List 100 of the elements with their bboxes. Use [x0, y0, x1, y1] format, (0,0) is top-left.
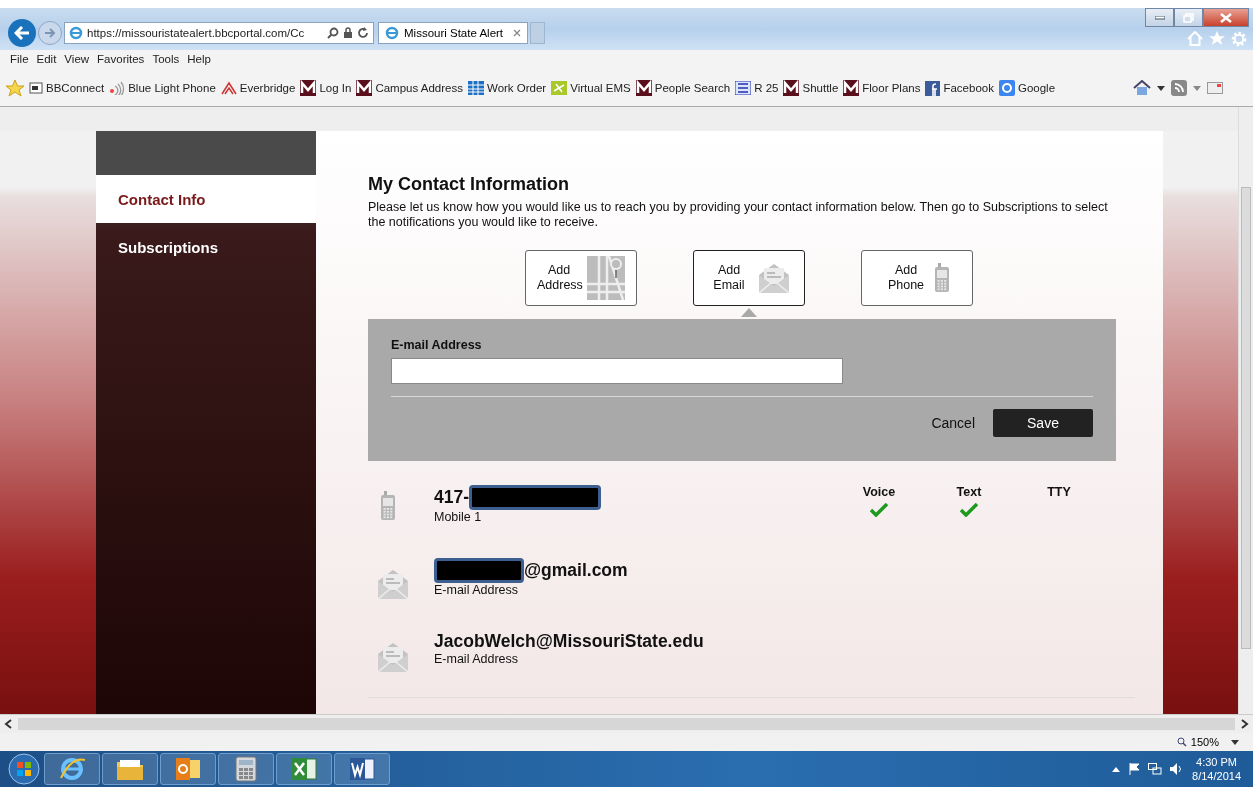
phone-icon: [380, 489, 396, 523]
field-label: E-mail Address: [391, 338, 483, 352]
start-button[interactable]: [6, 752, 42, 786]
cancel-button[interactable]: Cancel: [925, 414, 981, 432]
favorite-link[interactable]: Floor Plans: [862, 82, 921, 94]
menu-item[interactable]: Help: [187, 53, 211, 70]
folder-icon: [116, 757, 144, 781]
windows-logo-icon: [8, 753, 40, 785]
star-icon[interactable]: [1209, 31, 1225, 46]
minimize-icon: [1154, 15, 1165, 20]
favorite-link[interactable]: R 25: [754, 82, 779, 94]
tray-arrow-icon[interactable]: [1112, 766, 1121, 772]
add-button[interactable]: Add Address: [525, 250, 637, 306]
favorite-link[interactable]: Everbridge: [239, 82, 296, 94]
caret-icon[interactable]: [1157, 85, 1165, 91]
map-icon: [587, 256, 625, 300]
globe-icon: [69, 26, 83, 40]
favorite-link[interactable]: Virtual EMS: [570, 82, 631, 94]
lock-icon[interactable]: [343, 27, 353, 39]
envelope-icon: [757, 262, 791, 294]
back-button[interactable]: [8, 19, 36, 47]
arrow-right-icon: [44, 28, 56, 38]
sidebar-item[interactable]: Subscriptions: [96, 223, 316, 271]
favorite-link[interactable]: Log In: [319, 82, 352, 94]
menu-item[interactable]: Favorites: [97, 53, 145, 70]
chevron-right-icon[interactable]: [1241, 719, 1249, 729]
vertical-scrollbar[interactable]: [1238, 107, 1253, 714]
m-logo-icon: [783, 80, 800, 96]
restore-button[interactable]: [1174, 8, 1203, 27]
method-label: Text: [956, 485, 982, 499]
add-button[interactable]: Add Email: [693, 250, 805, 306]
spreadsheet-icon: [291, 756, 317, 782]
clock-date[interactable]: 8/14/2014: [1192, 769, 1241, 784]
menu-item[interactable]: File: [10, 53, 29, 70]
method-label: TTY: [1047, 485, 1071, 499]
taskbar-app[interactable]: [102, 753, 158, 785]
add-button[interactable]: Add Phone: [861, 250, 973, 306]
m-logo-icon: [356, 80, 373, 96]
grid-icon: [468, 81, 484, 95]
envelope-icon: [376, 568, 410, 600]
taskbar-app[interactable]: [334, 753, 390, 785]
page-title: My Contact Information: [368, 174, 570, 195]
favorite-link[interactable]: People Search: [654, 82, 731, 94]
search-icon[interactable]: [327, 27, 339, 39]
save-button[interactable]: Save: [993, 409, 1093, 437]
favorites-star-icon[interactable]: [6, 79, 24, 97]
close-icon: [1220, 12, 1232, 23]
caret-icon[interactable]: [1231, 739, 1239, 745]
network-icon[interactable]: [1148, 763, 1163, 775]
address-bar[interactable]: https://missouristatealert.bbcportal.com/Cc: [64, 22, 374, 44]
home-icon[interactable]: [1133, 80, 1151, 96]
email-input-field[interactable]: [391, 358, 843, 384]
menu-item[interactable]: Tools: [152, 53, 180, 70]
favorite-link[interactable]: Google: [1017, 82, 1056, 94]
browser-icon: [59, 756, 85, 782]
restore-icon: [1183, 12, 1194, 23]
sidebar-item[interactable]: Contact Info: [96, 175, 316, 223]
menu-item[interactable]: View: [64, 53, 90, 70]
method-label: Voice: [862, 485, 896, 499]
google-icon: [998, 80, 1015, 96]
favorite-link[interactable]: Blue Light Phone: [128, 82, 216, 94]
menu-item[interactable]: Edit: [36, 53, 57, 70]
chevron-left-icon[interactable]: [4, 719, 12, 729]
favorite-link[interactable]: Shuttle: [802, 82, 839, 94]
cross-icon: [551, 81, 568, 95]
minimize-button[interactable]: [1145, 8, 1174, 27]
page-icon: [29, 81, 43, 95]
close-button[interactable]: [1203, 8, 1249, 27]
globe-icon: [385, 26, 399, 40]
contact-value: 417-: [434, 487, 470, 508]
feed-icon[interactable]: [1171, 80, 1187, 96]
clock-time[interactable]: 4:30 PM: [1196, 754, 1237, 769]
favorite-link[interactable]: Facebook: [943, 82, 994, 94]
taskbar-app[interactable]: [160, 753, 216, 785]
arrow-left-icon: [14, 26, 30, 40]
mail-icon[interactable]: [1207, 82, 1223, 94]
description: Please let us know how you would like us to reach you by providing your contact information below. Then go to Subscriptions to select the notifications you would like to receive.: [368, 200, 1109, 230]
close-icon[interactable]: [513, 29, 521, 37]
zoom-icon: [1176, 737, 1187, 747]
contact-type: E-mail Address: [434, 583, 520, 597]
favorite-link[interactable]: Work Order: [487, 82, 547, 94]
taskbar-app[interactable]: [218, 753, 274, 785]
favorite-link[interactable]: BBConnect: [46, 82, 105, 94]
taskbar-app[interactable]: [276, 753, 332, 785]
refresh-icon[interactable]: [357, 27, 369, 39]
contact-value: @gmail.com: [524, 560, 628, 581]
taskbar-app[interactable]: [44, 753, 100, 785]
horizontal-scrollbar[interactable]: [0, 714, 1253, 733]
signal-icon: [109, 81, 126, 95]
peaks-icon: [220, 81, 237, 95]
m-logo-icon: [635, 80, 652, 96]
envelope-icon: [376, 641, 410, 673]
contact-value: JacobWelch@MissouriState.edu: [434, 631, 704, 652]
favorite-link[interactable]: Campus Address: [375, 82, 463, 94]
m-logo-icon: [843, 80, 860, 96]
flag-icon[interactable]: [1128, 763, 1141, 775]
contact-type: Mobile 1: [434, 510, 483, 524]
browser-tab[interactable]: Missouri State Alert: [378, 22, 528, 44]
zoom-level[interactable]: 150%: [1190, 736, 1219, 748]
calculator-icon: [235, 756, 257, 782]
